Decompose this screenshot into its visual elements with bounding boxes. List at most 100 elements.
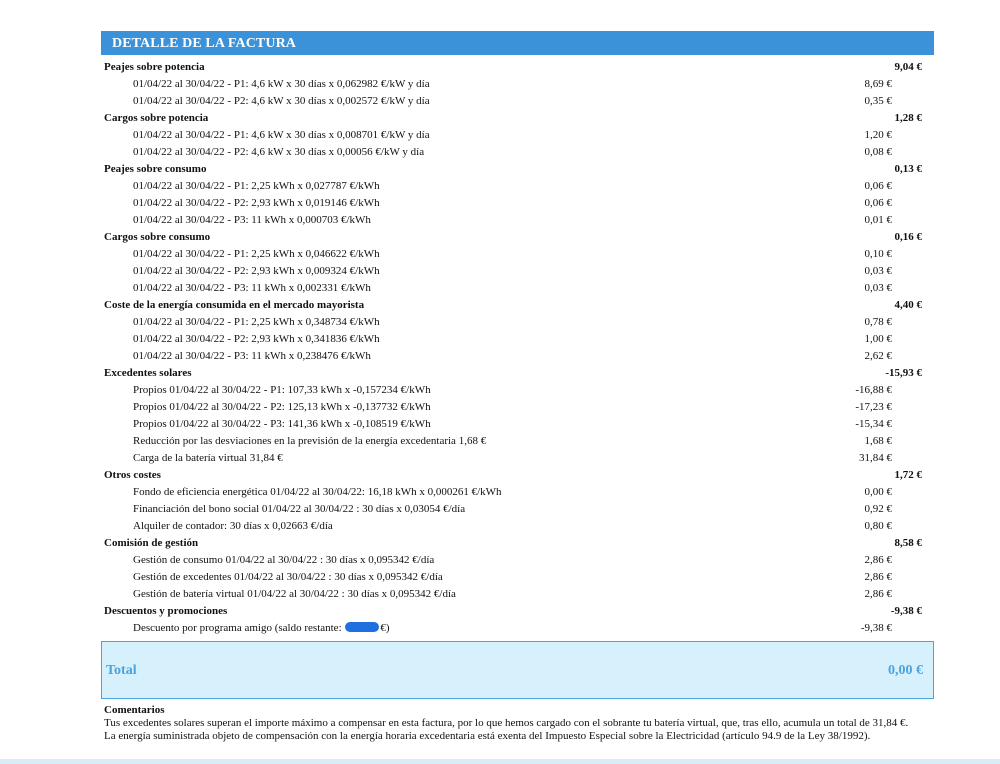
line-item-row: 01/04/22 al 30/04/22 - P1: 2,25 kWh x 0,… bbox=[101, 314, 934, 331]
section-amount: 0,16 € bbox=[894, 231, 923, 243]
section-label: Peajes sobre consumo bbox=[104, 163, 207, 175]
line-item-row: Propios 01/04/22 al 30/04/22 - P3: 141,3… bbox=[101, 416, 934, 433]
section-amount: 4,40 € bbox=[894, 299, 923, 311]
line-item-amount: 0,08 € bbox=[864, 146, 893, 158]
line-item-label: 01/04/22 al 30/04/22 - P1: 2,25 kWh x 0,… bbox=[133, 180, 380, 192]
line-item-label: Propios 01/04/22 al 30/04/22 - P2: 125,1… bbox=[133, 401, 431, 413]
line-item-row: Carga de la batería virtual 31,84 € 31,84… bbox=[101, 450, 934, 467]
section-amount: 8,58 € bbox=[894, 537, 923, 549]
section-amount: 1,72 € bbox=[894, 469, 923, 481]
line-item-label: Descuento por programa amigo (saldo rest… bbox=[133, 620, 390, 637]
section-amount: 1,28 € bbox=[894, 112, 923, 124]
section-amount: 0,13 € bbox=[894, 163, 923, 175]
line-item-amount: 0,01 € bbox=[864, 214, 893, 226]
line-item-amount: -9,38 € bbox=[860, 622, 892, 634]
line-item-label: 01/04/22 al 30/04/22 - P1: 4,6 kW x 30 d… bbox=[133, 78, 430, 90]
invoice-lines: Peajes sobre potencia 9,04 € 01/04/22 al 3… bbox=[101, 59, 934, 637]
line-item-row: 01/04/22 al 30/04/22 - P2: 2,93 kWh x 0,… bbox=[101, 263, 934, 280]
line-item-label: Gestión de consumo 01/04/22 al 30/04/22 … bbox=[133, 554, 435, 566]
line-item-row: 01/04/22 al 30/04/22 - P2: 2,93 kWh x 0,… bbox=[101, 195, 934, 212]
line-item-label: 01/04/22 al 30/04/22 - P1: 2,25 kWh x 0,… bbox=[133, 316, 380, 328]
line-item-amount: 0,03 € bbox=[864, 265, 893, 277]
line-item-amount: 0,06 € bbox=[864, 180, 893, 192]
line-item-label-text: Descuento por programa amigo (saldo rest… bbox=[133, 622, 345, 634]
line-item-row: Reducción por las desviaciones en la pre… bbox=[101, 433, 934, 450]
section-row: Coste de la energía consumida en el merc… bbox=[101, 297, 934, 314]
line-item-amount: 0,35 € bbox=[864, 95, 893, 107]
line-item-row: 01/04/22 al 30/04/22 - P1: 4,6 kW x 30 d… bbox=[101, 76, 934, 93]
line-item-row: Gestión de batería virtual 01/04/22 al 3… bbox=[101, 586, 934, 603]
line-item-row: 01/04/22 al 30/04/22 - P3: 11 kWh x 0,00… bbox=[101, 212, 934, 229]
comments-section: Comentarios Tus excedentes solares super… bbox=[101, 704, 934, 743]
line-item-amount: 0,06 € bbox=[864, 197, 893, 209]
line-item-row: 01/04/22 al 30/04/22 - P1: 4,6 kW x 30 d… bbox=[101, 127, 934, 144]
line-item-row: Propios 01/04/22 al 30/04/22 - P2: 125,1… bbox=[101, 399, 934, 416]
line-item-row: Alquiler de contador: 30 días x 0,02663 … bbox=[101, 518, 934, 535]
line-item-label: Alquiler de contador: 30 días x 0,02663 … bbox=[133, 520, 333, 532]
line-item-amount: 0,00 € bbox=[864, 486, 893, 498]
line-item-row: 01/04/22 al 30/04/22 - P3: 11 kWh x 0,23… bbox=[101, 348, 934, 365]
line-item-label: Financiación del bono social 01/04/22 al… bbox=[133, 503, 466, 515]
line-item-row: 01/04/22 al 30/04/22 - P2: 4,6 kW x 30 d… bbox=[101, 144, 934, 161]
line-item-label: Propios 01/04/22 al 30/04/22 - P1: 107,3… bbox=[133, 384, 431, 396]
section-label: Comisión de gestión bbox=[104, 537, 199, 549]
section-row: Cargos sobre potencia 1,28 € bbox=[101, 110, 934, 127]
section-row: Excedentes solares -15,93 € bbox=[101, 365, 934, 382]
line-item-row: Financiación del bono social 01/04/22 al… bbox=[101, 501, 934, 518]
total-box: Total 0,00 € bbox=[101, 641, 934, 699]
invoice-detail-header: DETALLE DE LA FACTURA bbox=[101, 31, 934, 55]
line-item-row: 01/04/22 al 30/04/22 - P1: 2,25 kWh x 0,… bbox=[101, 246, 934, 263]
line-item-row: Propios 01/04/22 al 30/04/22 - P1: 107,3… bbox=[101, 382, 934, 399]
line-item-amount: 2,86 € bbox=[864, 588, 893, 600]
total-label: Total bbox=[106, 663, 137, 678]
line-item-amount: 31,84 € bbox=[859, 452, 892, 464]
section-amount: 9,04 € bbox=[894, 61, 923, 73]
line-item-amount: 0,92 € bbox=[864, 503, 893, 515]
line-item-label: Fondo de eficiencia energética 01/04/22 … bbox=[133, 486, 502, 498]
line-item-label: 01/04/22 al 30/04/22 - P2: 2,93 kWh x 0,… bbox=[133, 197, 380, 209]
line-item-label: Propios 01/04/22 al 30/04/22 - P3: 141,3… bbox=[133, 418, 431, 430]
section-label: Otros costes bbox=[104, 469, 161, 481]
section-label: Excedentes solares bbox=[104, 367, 192, 379]
section-row: Peajes sobre consumo 0,13 € bbox=[101, 161, 934, 178]
line-item-label: Gestión de batería virtual 01/04/22 al 3… bbox=[133, 588, 456, 600]
line-item-amount: 2,86 € bbox=[864, 554, 893, 566]
section-label: Cargos sobre potencia bbox=[104, 112, 209, 124]
line-item-row: 01/04/22 al 30/04/22 - P3: 11 kWh x 0,00… bbox=[101, 280, 934, 297]
line-item-amount: 8,69 € bbox=[864, 78, 893, 90]
line-item-amount: 0,03 € bbox=[864, 282, 893, 294]
section-amount: -9,38 € bbox=[890, 605, 922, 617]
section-label: Cargos sobre consumo bbox=[104, 231, 211, 243]
section-row: Peajes sobre potencia 9,04 € bbox=[101, 59, 934, 76]
line-item-amount: 1,00 € bbox=[864, 333, 893, 345]
line-item-amount: 2,86 € bbox=[864, 571, 893, 583]
line-item-label: 01/04/22 al 30/04/22 - P2: 2,93 kWh x 0,… bbox=[133, 265, 380, 277]
line-item-row: Gestión de excedentes 01/04/22 al 30/04/… bbox=[101, 569, 934, 586]
line-item-row: Gestión de consumo 01/04/22 al 30/04/22 … bbox=[101, 552, 934, 569]
line-item-label: 01/04/22 al 30/04/22 - P1: 2,25 kWh x 0,… bbox=[133, 248, 380, 260]
line-item-label: 01/04/22 al 30/04/22 - P2: 2,93 kWh x 0,… bbox=[133, 333, 380, 345]
comments-title: Comentarios bbox=[104, 704, 165, 716]
line-item-label: 01/04/22 al 30/04/22 - P3: 11 kWh x 0,00… bbox=[133, 214, 371, 226]
section-row: Comisión de gestión 8,58 € bbox=[101, 535, 934, 552]
line-item-label: 01/04/22 al 30/04/22 - P3: 11 kWh x 0,23… bbox=[133, 350, 371, 362]
line-item-label: Gestión de excedentes 01/04/22 al 30/04/… bbox=[133, 571, 443, 583]
section-label: Peajes sobre potencia bbox=[104, 61, 205, 73]
line-item-amount: 0,10 € bbox=[864, 248, 893, 260]
line-item-amount: 2,62 € bbox=[864, 350, 893, 362]
redaction-mark bbox=[345, 622, 380, 632]
page-bottom-strip bbox=[0, 759, 1000, 764]
line-item-label: Carga de la batería virtual 31,84 € bbox=[133, 452, 283, 464]
line-item-row: 01/04/22 al 30/04/22 - P1: 2,25 kWh x 0,… bbox=[101, 178, 934, 195]
line-item-label-suffix: €) bbox=[380, 622, 390, 634]
line-item-amount: 1,68 € bbox=[864, 435, 893, 447]
line-item-label: 01/04/22 al 30/04/22 - P3: 11 kWh x 0,00… bbox=[133, 282, 371, 294]
line-item-row: Descuento por programa amigo (saldo rest… bbox=[101, 620, 934, 637]
invoice-detail: DETALLE DE LA FACTURA Peajes sobre poten… bbox=[101, 0, 934, 743]
line-item-amount: -15,34 € bbox=[855, 418, 892, 430]
line-item-row: 01/04/22 al 30/04/22 - P2: 2,93 kWh x 0,… bbox=[101, 331, 934, 348]
line-item-amount: -16,88 € bbox=[855, 384, 892, 396]
line-item-amount: 0,80 € bbox=[864, 520, 893, 532]
line-item-row: Fondo de eficiencia energética 01/04/22 … bbox=[101, 484, 934, 501]
line-item-amount: 0,78 € bbox=[864, 316, 893, 328]
